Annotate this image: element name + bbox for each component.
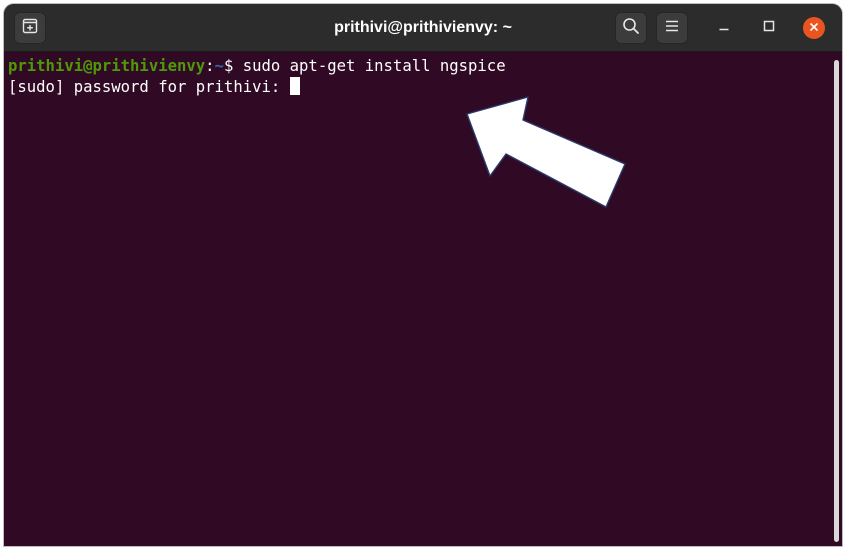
- pointer-arrow-icon: [466, 96, 626, 208]
